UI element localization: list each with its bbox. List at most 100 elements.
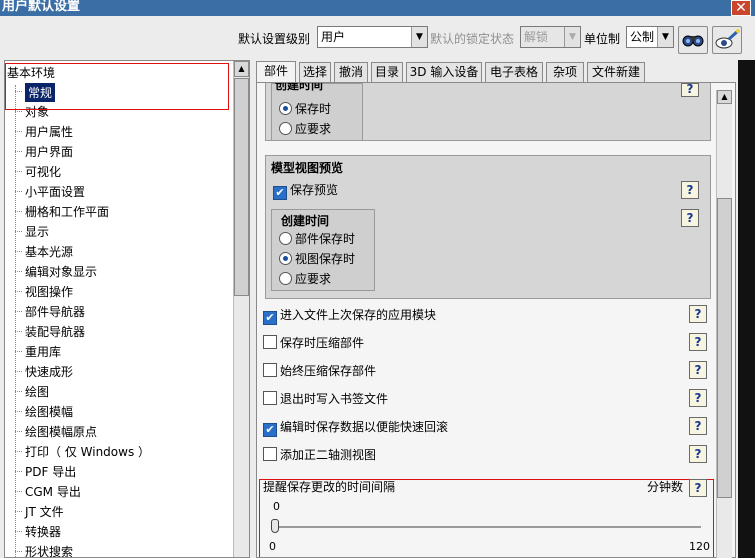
checkbox-checked-icon[interactable]: ✔ — [263, 311, 277, 325]
radio-on-icon[interactable] — [279, 252, 292, 265]
option-checkbox-label: 始终压缩保存部件 — [280, 364, 377, 378]
eye-wand-icon — [715, 29, 740, 49]
tree-scroll-thumb[interactable] — [234, 78, 249, 296]
option-checkbox-label: 进入文件上次保存的应用模块 — [280, 308, 437, 322]
tree-item[interactable]: 编辑对象显示 — [14, 263, 97, 280]
radio-on-icon[interactable] — [279, 102, 292, 115]
option-checkbox-row[interactable]: 添加正二轴测视图 — [263, 447, 376, 463]
help-icon[interactable]: ? — [689, 479, 707, 497]
help-icon[interactable]: ? — [681, 181, 699, 199]
tree-item[interactable]: 绘图模幅原点 — [14, 423, 97, 440]
find-defaults-button[interactable] — [678, 26, 708, 54]
panel-scroll-thumb[interactable] — [717, 198, 732, 498]
tree-item[interactable]: 小平面设置 — [14, 183, 85, 200]
category-tree[interactable]: 基本环境 常规 对象 用户属性 用户界面 可视化 小平面设置 栅格和工作平面 显示 基本光源 编辑… — [4, 60, 250, 558]
help-icon[interactable]: ? — [689, 305, 707, 323]
chevron-down-icon[interactable]: ▼ — [564, 27, 580, 47]
tree-item[interactable]: 打印（ 仅 Windows ） — [14, 443, 150, 460]
tree-item[interactable]: 用户界面 — [14, 143, 73, 160]
option-checkbox-label: 退出时写入书签文件 — [280, 392, 389, 406]
tree-item[interactable]: 显示 — [14, 223, 49, 240]
panel-scrollbar[interactable]: ▲ — [716, 90, 732, 558]
option-checkbox-row[interactable]: 始终压缩保存部件 — [263, 363, 376, 379]
unit-label: 单位制 — [584, 32, 621, 46]
help-icon[interactable]: ? — [689, 361, 707, 379]
help-icon[interactable]: ? — [681, 209, 699, 227]
reminder-label: 提醒保存更改的时间间隔 — [263, 480, 396, 494]
checkbox-unchecked-icon[interactable] — [263, 335, 277, 349]
chevron-down-icon[interactable]: ▼ — [411, 27, 427, 47]
tree-item[interactable]: 栅格和工作平面 — [14, 203, 109, 220]
tab-1[interactable]: 选择 — [299, 62, 331, 82]
tree-item[interactable]: 视图操作 — [14, 283, 73, 300]
option-checkbox-row[interactable]: ✔ 编辑时保存数据以便能快速回滚 — [263, 419, 448, 437]
window-title: 用户默认设置 — [2, 0, 81, 14]
tree-item[interactable]: 形状搜索 — [14, 543, 73, 557]
radio-part-save[interactable]: 部件保存时 — [279, 231, 355, 247]
parts-tab-panel: 创建时间 保存时 应要求 ? 模型视图预览 ✔ 保存预览 ? 创建时间 ? 部件保… — [256, 82, 736, 558]
tree-item[interactable]: 转换器 — [14, 523, 61, 540]
tree-item[interactable]: 用户属性 — [14, 123, 73, 140]
radio-off-icon[interactable] — [279, 232, 292, 245]
checkbox-unchecked-icon[interactable] — [263, 363, 277, 377]
binoculars-icon — [682, 35, 704, 47]
title-bar: 用户默认设置 ✕ — [0, 0, 755, 16]
help-icon[interactable]: ? — [689, 445, 707, 463]
radio-view-save[interactable]: 视图保存时 — [279, 251, 355, 267]
tab-6[interactable]: 杂项 — [546, 62, 584, 82]
tree-item[interactable]: 重用库 — [14, 343, 61, 360]
reminder-value: 0 — [273, 500, 280, 513]
reminder-unit: 分钟数 — [647, 480, 684, 494]
checkbox-checked-icon[interactable]: ✔ — [263, 423, 277, 437]
background-edge — [738, 60, 755, 558]
scroll-up-icon[interactable]: ▲ — [234, 61, 249, 77]
reminder-slider-track[interactable] — [275, 526, 701, 528]
help-icon[interactable]: ? — [689, 333, 707, 351]
tree-item[interactable]: 快速成形 — [14, 363, 73, 380]
tab-7[interactable]: 文件新建 — [587, 62, 645, 82]
tab-0[interactable]: 部件 — [256, 61, 296, 83]
scroll-up-icon[interactable]: ▲ — [717, 90, 732, 104]
manage-defaults-button[interactable] — [712, 26, 742, 54]
tree-item[interactable]: CGM 导出 — [15, 483, 81, 500]
checkbox-unchecked-icon[interactable] — [263, 447, 277, 461]
level-label: 默认设置级别 — [238, 32, 311, 46]
unit-select[interactable]: 公制 ▼ — [626, 26, 674, 48]
tab-3[interactable]: 目录 — [371, 62, 403, 82]
checkbox-unchecked-icon[interactable] — [263, 391, 277, 405]
option-checkbox-row[interactable]: ✔ 进入文件上次保存的应用模块 — [263, 307, 436, 325]
chevron-down-icon[interactable]: ▼ — [657, 27, 673, 47]
radio-off-icon[interactable] — [279, 122, 292, 135]
tab-2[interactable]: 撤消 — [334, 62, 368, 82]
level-select[interactable]: 用户 ▼ — [317, 26, 428, 48]
radio-on-request[interactable]: 应要求 — [279, 121, 331, 137]
slider-min-label: 0 — [269, 540, 276, 553]
reminder-slider-thumb[interactable] — [271, 519, 279, 533]
option-checkbox-row[interactable]: 退出时写入书签文件 — [263, 391, 388, 407]
help-icon[interactable]: ? — [681, 83, 699, 97]
tab-5[interactable]: 电子表格 — [485, 62, 543, 82]
tree-item[interactable]: PDF 导出 — [14, 463, 76, 480]
tree-item[interactable]: 部件导航器 — [14, 303, 85, 320]
option-checkbox-label: 添加正二轴测视图 — [280, 448, 377, 462]
close-button[interactable]: ✕ — [731, 0, 751, 16]
help-icon[interactable]: ? — [689, 417, 707, 435]
tree-item[interactable]: 装配导航器 — [14, 323, 85, 340]
tree-item[interactable]: JT 文件 — [15, 503, 64, 520]
tree-scrollbar[interactable]: ▲ — [233, 61, 249, 557]
help-icon[interactable]: ? — [689, 389, 707, 407]
tree-item[interactable]: 绘图模幅 — [14, 403, 73, 420]
option-checkbox-row[interactable]: 保存时压缩部件 — [263, 335, 364, 351]
radio-off-icon[interactable] — [279, 272, 292, 285]
tree-item[interactable]: 绘图 — [14, 383, 49, 400]
radio-save-time[interactable]: 保存时 — [279, 101, 331, 117]
preview-group-title: 模型视图预览 — [271, 161, 344, 175]
radio-preview-on-request[interactable]: 应要求 — [279, 271, 331, 287]
tab-4[interactable]: 3D 输入设备 — [406, 62, 482, 82]
check-save-preview[interactable]: ✔ 保存预览 — [273, 182, 338, 200]
tree-item[interactable]: 可视化 — [14, 163, 61, 180]
checkbox-checked-icon[interactable]: ✔ — [273, 186, 287, 200]
tree-item[interactable]: 基本光源 — [14, 243, 73, 260]
lock-select[interactable]: 解锁 ▼ — [520, 26, 581, 48]
slider-max-label: 120 — [689, 540, 710, 553]
